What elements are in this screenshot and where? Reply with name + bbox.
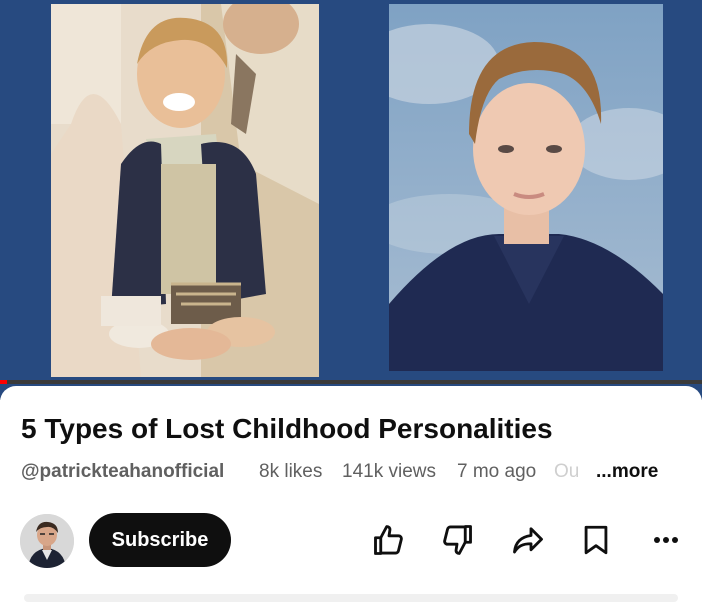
share-icon xyxy=(513,527,543,554)
channel-avatar[interactable] xyxy=(20,514,74,568)
progress-fill xyxy=(0,380,8,384)
likes-count: 8k likes xyxy=(259,461,323,482)
more-actions-button[interactable] xyxy=(646,520,686,560)
video-player[interactable] xyxy=(0,0,702,400)
channel-handle[interactable]: @patrickteahanofficial xyxy=(21,461,224,483)
bookmark-icon xyxy=(584,525,608,555)
views-count: 141k views xyxy=(342,461,436,482)
dislike-button[interactable] xyxy=(437,520,477,560)
childhood-photo xyxy=(51,4,319,377)
upload-age: 7 mo ago xyxy=(457,461,537,482)
share-button[interactable] xyxy=(508,520,548,560)
save-button[interactable] xyxy=(576,520,616,560)
progress-bar[interactable] xyxy=(0,380,702,384)
video-meta-row[interactable]: @patrickteahanofficial 8k likes 141k vie… xyxy=(21,461,691,485)
more-link[interactable]: ...more xyxy=(594,461,659,483)
like-button[interactable] xyxy=(369,520,409,560)
truncated-text: Ou xyxy=(554,461,580,482)
subscribe-button[interactable]: Subscribe xyxy=(89,513,231,567)
more-horizontal-icon xyxy=(654,537,678,543)
teen-photo xyxy=(389,4,663,371)
thumbs-up-icon xyxy=(374,525,403,555)
next-section-edge xyxy=(24,594,678,602)
video-title[interactable]: 5 Types of Lost Childhood Personalities xyxy=(21,413,553,445)
thumbs-down-icon xyxy=(443,525,472,555)
